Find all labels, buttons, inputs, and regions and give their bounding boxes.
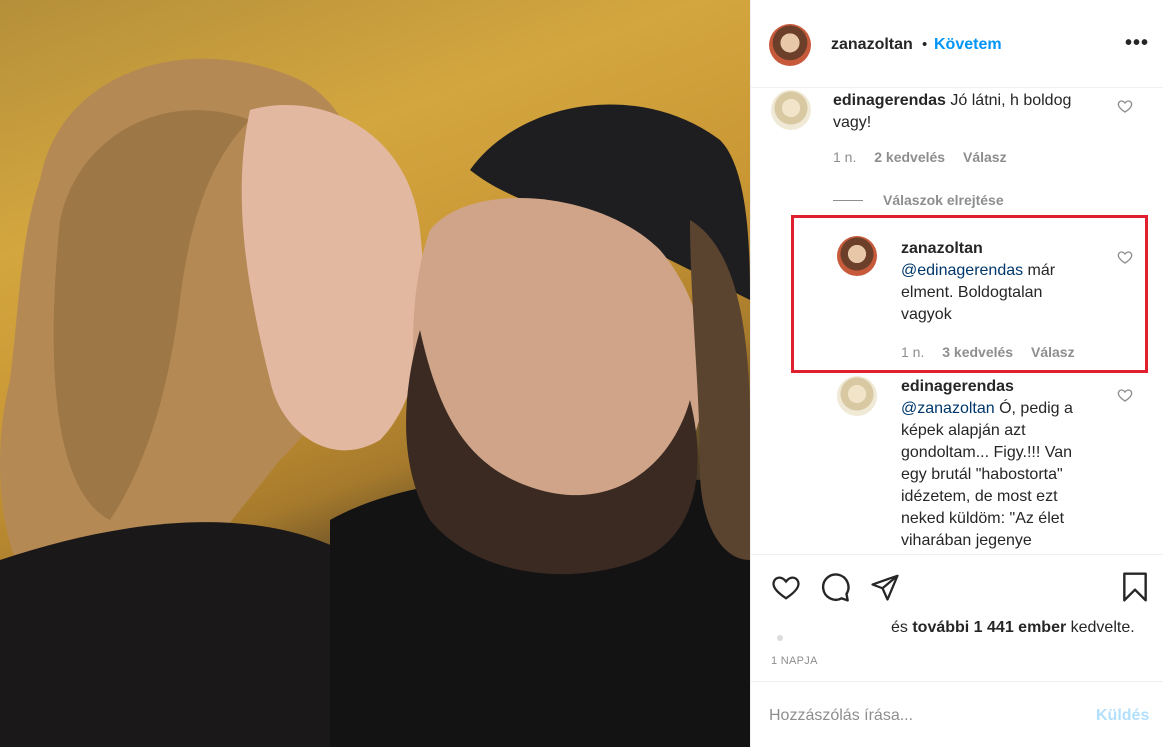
comment-like-heart-icon[interactable] bbox=[1117, 98, 1133, 114]
reply-avatar[interactable] bbox=[837, 376, 877, 416]
reply-likes[interactable]: 3 kedvelés bbox=[942, 344, 1013, 360]
replies-divider bbox=[833, 200, 863, 201]
author-avatar[interactable] bbox=[769, 24, 811, 66]
like-heart-icon[interactable] bbox=[770, 572, 802, 602]
send-comment-button[interactable]: Küldés bbox=[1096, 707, 1149, 725]
comment-input[interactable] bbox=[769, 704, 1069, 728]
reply-mention[interactable]: @edinagerendas bbox=[901, 262, 1023, 279]
reply-mention[interactable]: @zanazoltan bbox=[901, 400, 995, 417]
post-date[interactable]: 1 NAPJA bbox=[771, 655, 818, 667]
post-photo-illustration bbox=[0, 58, 750, 747]
post-side-panel: zanazoltan • Követem ••• edinagerendas J… bbox=[750, 0, 1163, 747]
reply-like-heart-icon[interactable] bbox=[1117, 387, 1133, 403]
reply-like-heart-icon[interactable] bbox=[1117, 249, 1133, 265]
comment-meta: 1 n. 2 kedvelés Válasz bbox=[833, 149, 1007, 165]
reply-username[interactable]: zanazoltan bbox=[901, 240, 983, 257]
reply-avatar[interactable] bbox=[837, 236, 877, 276]
post-photo[interactable] bbox=[0, 0, 750, 747]
commenter-avatar[interactable] bbox=[771, 90, 811, 130]
likes-suffix: kedvelte. bbox=[1066, 619, 1135, 636]
likes-summary[interactable]: és további 1 441 ember kedvelte. bbox=[891, 619, 1135, 637]
comment-age: 1 n. bbox=[833, 149, 857, 165]
comment-bubble-icon[interactable] bbox=[819, 571, 851, 603]
post-header: zanazoltan • Követem ••• bbox=[751, 0, 1163, 88]
reply-age: 1 n. bbox=[901, 344, 925, 360]
liker-avatar bbox=[777, 635, 783, 641]
reply-username[interactable]: edinagerendas bbox=[901, 378, 1014, 395]
reply-reply-button[interactable]: Válasz bbox=[1031, 344, 1075, 360]
hide-replies-button[interactable]: Válaszok elrejtése bbox=[883, 192, 1004, 208]
add-comment-bar: Küldés bbox=[751, 681, 1163, 747]
header-separator: • bbox=[922, 36, 928, 53]
comment-username[interactable]: edinagerendas bbox=[833, 92, 946, 109]
comment-likes[interactable]: 2 kedvelés bbox=[874, 149, 945, 165]
comment-body: edinagerendas Jó látni, h boldog vagy! bbox=[833, 90, 1095, 134]
follow-button[interactable]: Követem bbox=[934, 36, 1002, 54]
likes-count[interactable]: további 1 441 ember bbox=[912, 619, 1066, 636]
bookmark-save-icon[interactable] bbox=[1121, 571, 1149, 603]
author-username[interactable]: zanazoltan bbox=[831, 36, 913, 54]
comments-list[interactable]: edinagerendas Jó látni, h boldog vagy! 1… bbox=[751, 88, 1163, 554]
reply-text: Ó, pedig a képek alapján azt gondoltam..… bbox=[901, 400, 1073, 549]
comment-reply-button[interactable]: Válasz bbox=[963, 149, 1007, 165]
share-send-icon[interactable] bbox=[870, 572, 900, 602]
more-options-icon[interactable]: ••• bbox=[1125, 32, 1149, 55]
reply-body: edinagerendas @zanazoltan Ó, pedig a kép… bbox=[901, 376, 1091, 552]
reply-body: zanazoltan @edinagerendas már elment. Bo… bbox=[901, 238, 1081, 326]
post-actions: és további 1 441 ember kedvelte. 1 NAPJA… bbox=[751, 554, 1163, 747]
reply-meta: 1 n. 3 kedvelés Válasz bbox=[901, 344, 1075, 360]
likes-prefix: és bbox=[891, 619, 913, 636]
